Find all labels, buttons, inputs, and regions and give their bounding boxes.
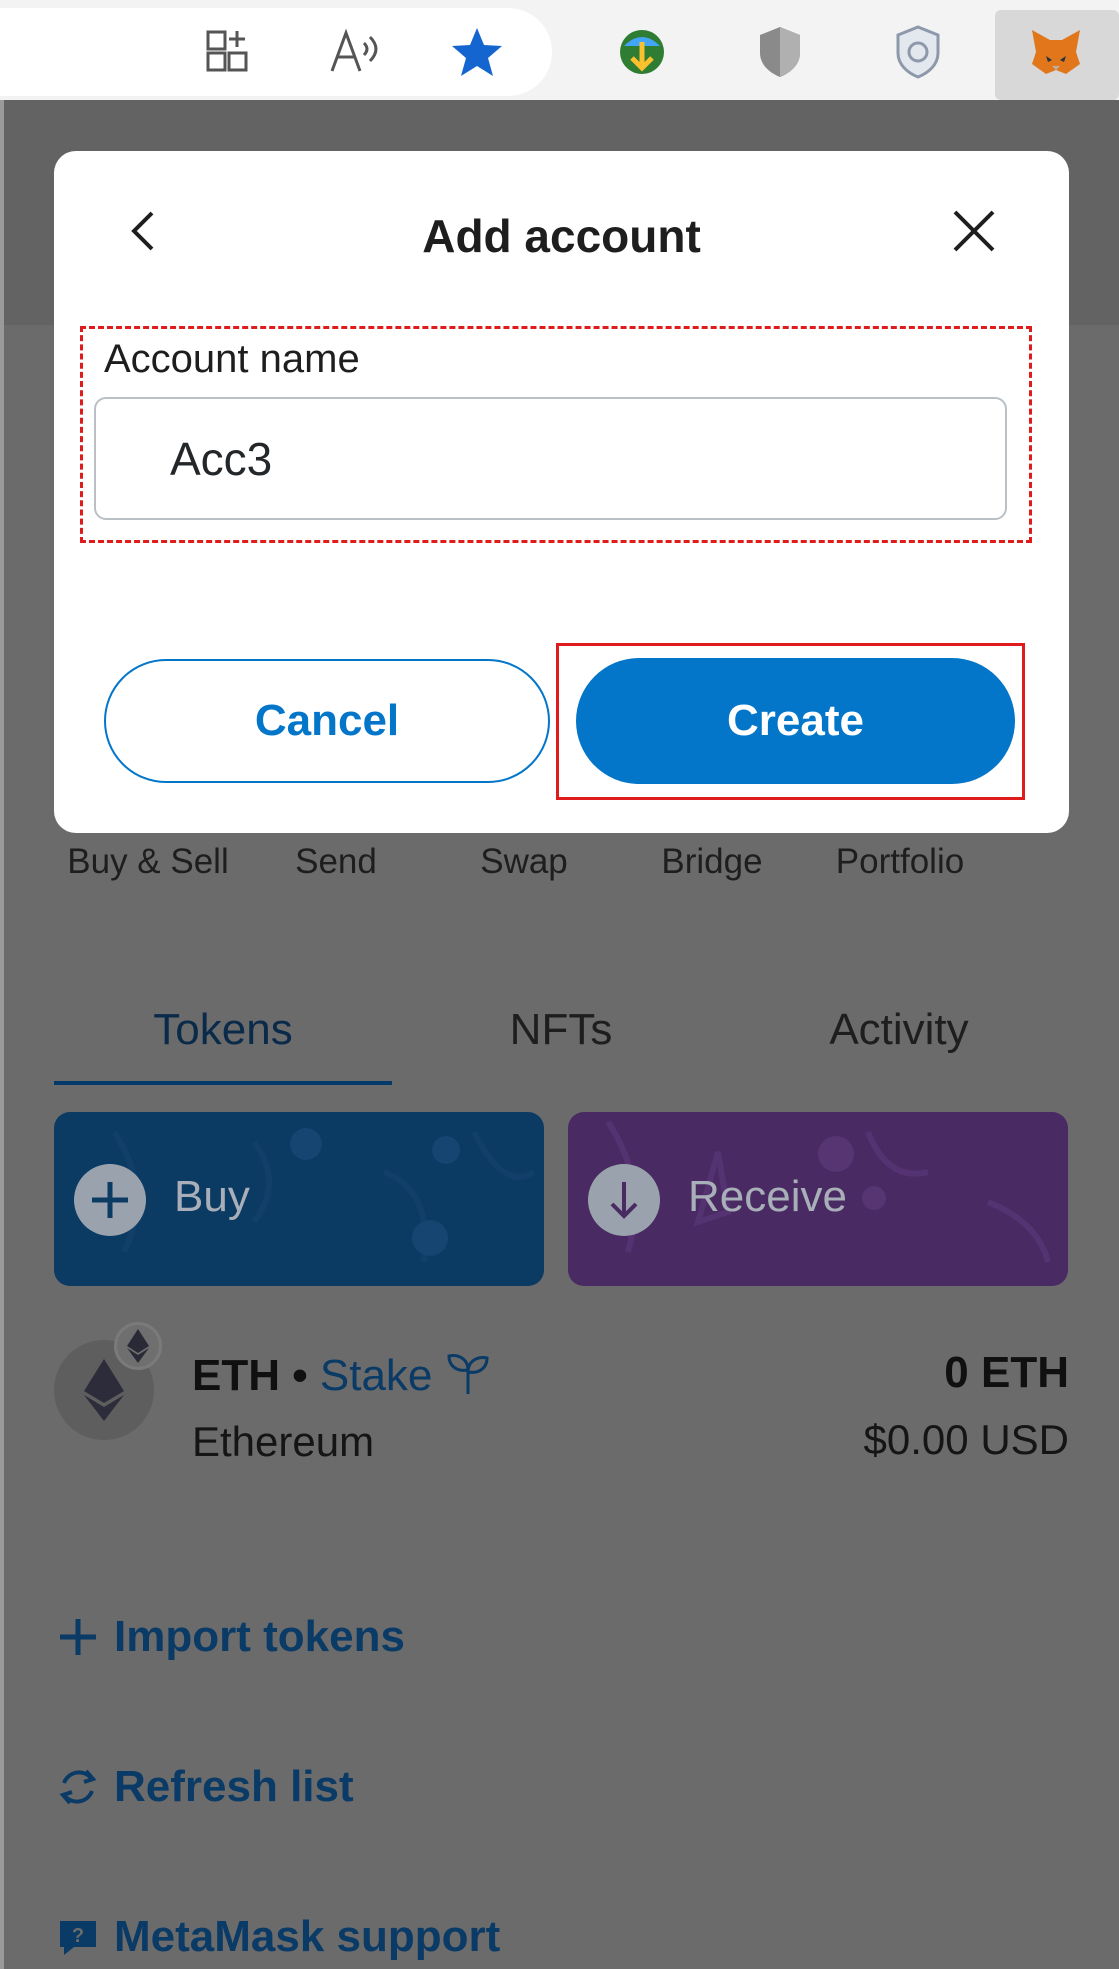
- add-to-collection-icon[interactable]: [198, 22, 258, 82]
- plus-icon: [60, 1619, 96, 1655]
- token-chain: Ethereum: [192, 1418, 375, 1465]
- metamask-support-link[interactable]: ? MetaMask support: [56, 1912, 500, 1962]
- account-name-input[interactable]: [94, 397, 1007, 520]
- sprout-icon: [447, 1354, 489, 1394]
- refresh-list-link[interactable]: Refresh list: [56, 1762, 354, 1812]
- svg-text:?: ?: [72, 1925, 84, 1947]
- cancel-button[interactable]: Cancel: [104, 659, 550, 783]
- plus-icon: [74, 1164, 146, 1236]
- tab-activity[interactable]: Activity: [730, 995, 1068, 1085]
- action-swap-label[interactable]: Swap: [430, 842, 618, 892]
- token-amount: 0 ETH: [944, 1348, 1069, 1397]
- action-portfolio-label[interactable]: Portfolio: [806, 842, 994, 892]
- import-tokens-link[interactable]: Import tokens: [56, 1612, 405, 1662]
- token-usd-value: $0.00 USD: [863, 1416, 1069, 1463]
- support-chat-icon: ?: [60, 1921, 96, 1955]
- token-symbol: ETH: [192, 1351, 280, 1400]
- page-edge: [0, 100, 4, 1969]
- create-button[interactable]: Create: [576, 658, 1015, 784]
- add-account-modal: Add account Account name Cancel Create: [54, 151, 1069, 833]
- action-bridge-label[interactable]: Bridge: [618, 842, 806, 892]
- close-button[interactable]: [944, 201, 1004, 261]
- favorite-star-icon[interactable]: [447, 22, 507, 82]
- asset-tabs: Tokens NFTs Activity: [54, 995, 1069, 1085]
- metamask-support-label: MetaMask support: [114, 1912, 501, 1961]
- buy-card[interactable]: Buy: [54, 1112, 544, 1286]
- metamask-fox-icon[interactable]: [1026, 22, 1086, 82]
- token-separator: •: [292, 1351, 308, 1400]
- action-send-label[interactable]: Send: [242, 842, 430, 892]
- token-name: ETH • Stake: [192, 1350, 491, 1401]
- tab-nfts[interactable]: NFTs: [392, 995, 730, 1085]
- privacy-shield-icon[interactable]: [888, 22, 948, 82]
- buy-card-label: Buy: [174, 1172, 250, 1221]
- ethereum-network-badge-icon: [114, 1322, 162, 1370]
- tab-tokens[interactable]: Tokens: [54, 995, 392, 1085]
- receive-card[interactable]: Receive: [568, 1112, 1068, 1286]
- wallet-action-labels: Buy & Sell Send Swap Bridge Portfolio: [54, 842, 1094, 892]
- shield-icon[interactable]: [750, 22, 810, 82]
- modal-title: Add account: [422, 210, 701, 262]
- download-manager-icon[interactable]: [612, 22, 672, 82]
- close-icon: [953, 210, 995, 252]
- read-aloud-icon[interactable]: [326, 22, 386, 82]
- refresh-icon: [59, 1769, 97, 1805]
- action-buy-sell-label[interactable]: Buy & Sell: [54, 842, 242, 892]
- import-tokens-label: Import tokens: [114, 1612, 405, 1661]
- token-row-eth[interactable]: ETH • Stake Ethereum 0 ETH $0.00 USD: [54, 1322, 1069, 1490]
- stake-link[interactable]: Stake: [320, 1351, 433, 1400]
- refresh-list-label: Refresh list: [114, 1762, 354, 1811]
- arrow-down-icon: [588, 1164, 660, 1236]
- browser-toolbar: [0, 0, 1119, 100]
- account-name-label: Account name: [104, 337, 360, 381]
- receive-card-label: Receive: [688, 1172, 847, 1221]
